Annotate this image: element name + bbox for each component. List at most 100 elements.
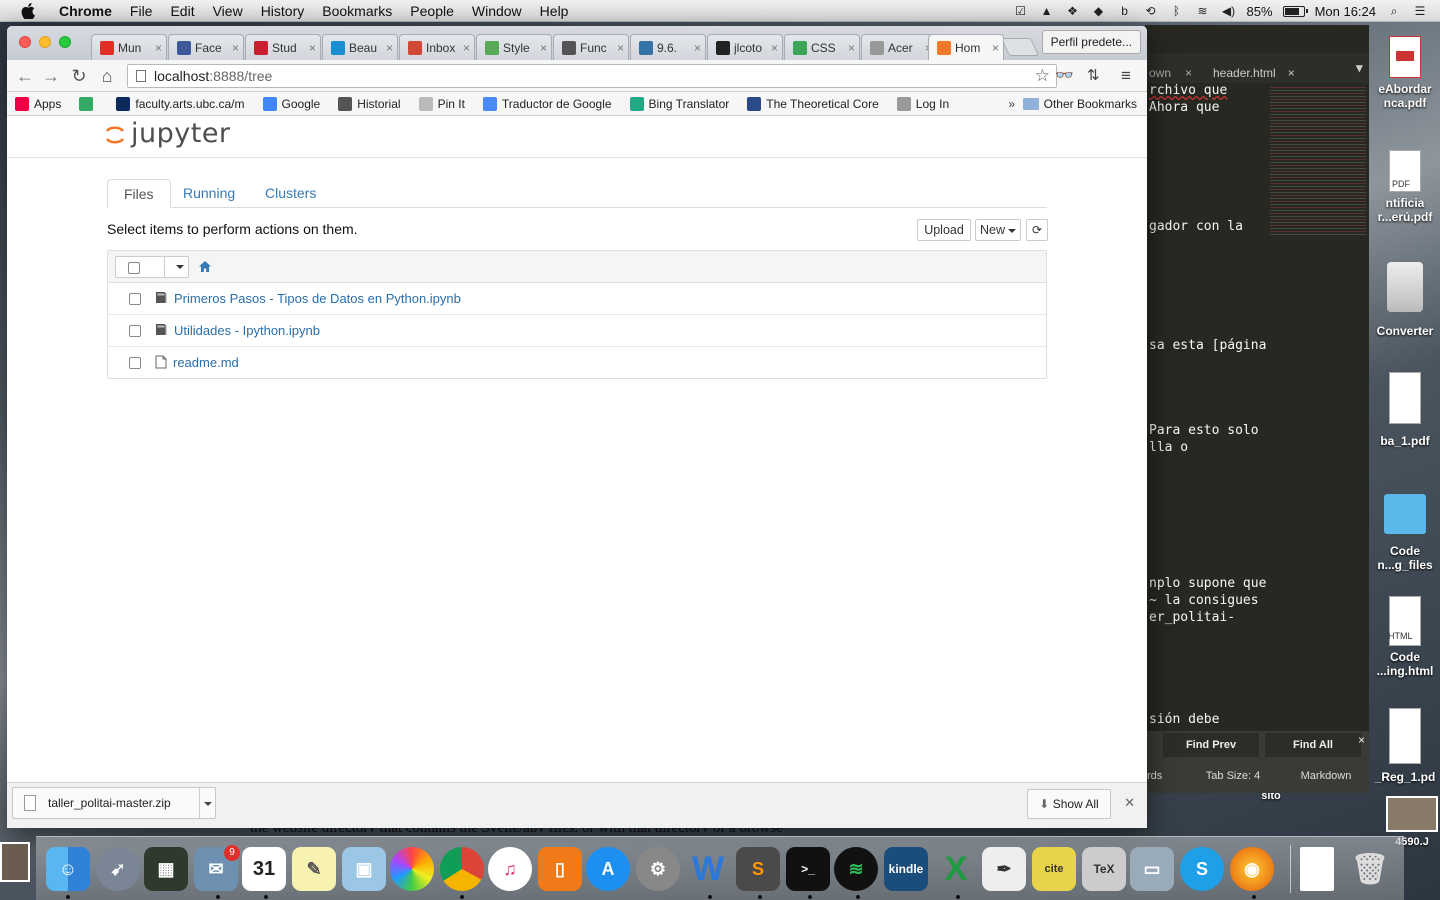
close-tab-icon[interactable]: × [694, 41, 701, 55]
forward-icon[interactable]: → [41, 66, 61, 86]
calendar-icon[interactable]: 31 [242, 847, 286, 891]
menu-window[interactable]: Window [463, 3, 531, 19]
spotify-icon[interactable]: ≋ [834, 847, 878, 891]
jupyter-logo[interactable]: jupyter [105, 118, 231, 149]
select-all-checkbox[interactable] [128, 262, 140, 274]
activity-monitor-icon[interactable]: ▦ [144, 847, 188, 891]
item-checkbox[interactable] [129, 293, 141, 305]
editor-tab-header-html[interactable]: header.html × [1213, 61, 1323, 85]
chrome-icon[interactable] [440, 847, 484, 891]
browser-tab[interactable]: Beau × [322, 34, 398, 60]
launchpad-icon[interactable]: ➹ [96, 847, 140, 891]
bookmark-page[interactable]: Pin It [418, 96, 465, 111]
close-tab-icon[interactable]: × [155, 41, 162, 55]
bookmarks-overflow-button[interactable]: » [1008, 97, 1015, 111]
extension-mask-icon[interactable]: 👓 [1055, 66, 1074, 84]
wifi-icon[interactable]: ≋ [1195, 4, 1211, 18]
file-link[interactable]: Primeros Pasos - Tipos de Datos en Pytho… [174, 291, 461, 306]
tab-clusters[interactable]: Clusters [249, 179, 332, 208]
address-bar[interactable]: localhost:8888/tree ☆ [127, 64, 1057, 88]
dock-avatar-left[interactable] [0, 842, 30, 882]
itunes-icon[interactable]: ♫ [488, 847, 532, 891]
evernote-icon[interactable]: ◆ [1091, 4, 1107, 18]
menu-clock[interactable]: Mon 16:24 [1315, 4, 1376, 19]
menu-history[interactable]: History [252, 3, 314, 19]
desktop-icon-pdf[interactable]: ba_1.pdf [1370, 372, 1440, 448]
ibooks-icon[interactable]: ▯ [538, 847, 582, 891]
app-store-icon[interactable]: A [586, 847, 630, 891]
browser-tab[interactable]: Style × [476, 34, 552, 60]
bookmark-bing[interactable]: Bing Translator [629, 96, 729, 111]
download-item[interactable]: taller_politai-master.zip [12, 787, 216, 819]
desktop-icon-pdf[interactable]: eAbordar nca.pdf [1370, 36, 1440, 110]
browser-tab[interactable]: Func × [553, 34, 629, 60]
close-tab-icon[interactable]: × [463, 41, 470, 55]
new-tab-button[interactable] [1000, 38, 1040, 56]
system-preferences-icon[interactable]: ⚙ [636, 847, 680, 891]
time-machine-icon[interactable]: ⟲ [1143, 4, 1159, 18]
profile-button[interactable]: Perfil predete... [1041, 30, 1141, 54]
download-menu-button[interactable] [199, 788, 215, 818]
b-icon[interactable]: b [1117, 4, 1133, 18]
home-folder-icon[interactable] [198, 260, 212, 273]
notification-center-icon[interactable]: ☰ [1412, 4, 1428, 18]
menu-edit[interactable]: Edit [161, 3, 203, 19]
caret-down-icon[interactable] [176, 265, 184, 269]
terminal-icon[interactable]: >_ [786, 847, 830, 891]
desktop-icon-app[interactable]: Converter [1370, 262, 1440, 338]
menu-view[interactable]: View [204, 3, 252, 19]
browser-tab[interactable]: Acer× [861, 34, 937, 60]
close-tab-icon[interactable]: × [992, 41, 999, 55]
browser-tab[interactable]: Stud × [245, 34, 321, 60]
menu-app-name[interactable]: Chrome [50, 3, 121, 19]
photos-icon[interactable] [390, 847, 434, 891]
latex-icon[interactable]: TeX [1082, 847, 1126, 891]
tab-running[interactable]: Running [167, 179, 251, 208]
menu-help[interactable]: Help [531, 3, 578, 19]
bookmark-theory[interactable]: The Theoretical Core [747, 96, 879, 111]
google-drive-icon[interactable]: ▲ [1039, 4, 1055, 18]
bookmark-history[interactable]: Historial [338, 96, 401, 111]
chrome-menu-icon[interactable]: ≡ [1121, 66, 1131, 86]
volume-icon[interactable]: ◀) [1221, 4, 1237, 18]
skype-icon[interactable]: S [1180, 847, 1224, 891]
back-icon[interactable]: ← [15, 66, 35, 86]
file-link[interactable]: Utilidades - Ipython.ipynb [174, 323, 320, 338]
apple-icon[interactable] [20, 2, 36, 19]
show-all-downloads-button[interactable]: ⬇ Show All [1027, 789, 1111, 819]
close-tab-icon[interactable]: × [309, 41, 316, 55]
browser-tab[interactable]: 9.6. × [630, 34, 706, 60]
bookmark-translate[interactable]: Traductor de Google [482, 96, 612, 111]
browser-tab[interactable]: Hom × [928, 34, 1004, 60]
new-dropdown-button[interactable]: New [975, 219, 1021, 241]
close-window-button[interactable] [19, 36, 31, 48]
close-tab-icon[interactable]: × [771, 41, 778, 55]
menu-file[interactable]: File [121, 3, 162, 19]
trash-icon[interactable]: 🗑 [1348, 847, 1392, 891]
excel-icon[interactable]: X [934, 847, 978, 891]
citation-icon[interactable]: cite [1032, 847, 1076, 891]
battery-icon[interactable] [1282, 5, 1308, 17]
word-icon[interactable]: W [686, 847, 730, 891]
dropbox-icon[interactable]: ❖ [1065, 4, 1081, 18]
home-icon[interactable]: ⌂ [97, 66, 117, 86]
bookmark-login[interactable]: Log In [896, 96, 949, 111]
tab-size-selector[interactable]: Tab Size: 4 [1183, 764, 1283, 788]
syntax-selector[interactable]: Markdown [1283, 764, 1369, 788]
finder-icon[interactable]: ☺ [46, 847, 90, 891]
reload-icon[interactable]: ↻ [69, 66, 89, 86]
menu-bookmarks[interactable]: Bookmarks [313, 3, 401, 19]
sublime-text-icon[interactable]: S [736, 847, 780, 891]
bookmark-star-icon[interactable]: ☆ [1035, 65, 1050, 87]
close-tab-icon[interactable]: × [232, 41, 239, 55]
close-tab-icon[interactable]: × [617, 41, 624, 55]
firefox-icon[interactable]: ◉ [1230, 847, 1274, 891]
close-icon[interactable]: ✕ [1124, 795, 1135, 811]
browser-tab[interactable]: Inbox × [399, 34, 475, 60]
item-checkbox[interactable] [129, 325, 141, 337]
extension-translate-icon[interactable]: ⇅ [1087, 66, 1100, 84]
kindle-icon[interactable]: kindle [884, 847, 928, 891]
desktop-icon-folder[interactable]: Code n...g_files [1370, 494, 1440, 572]
bookmark-apps[interactable]: Apps [15, 96, 61, 111]
bookmark-blog[interactable] [79, 96, 98, 111]
